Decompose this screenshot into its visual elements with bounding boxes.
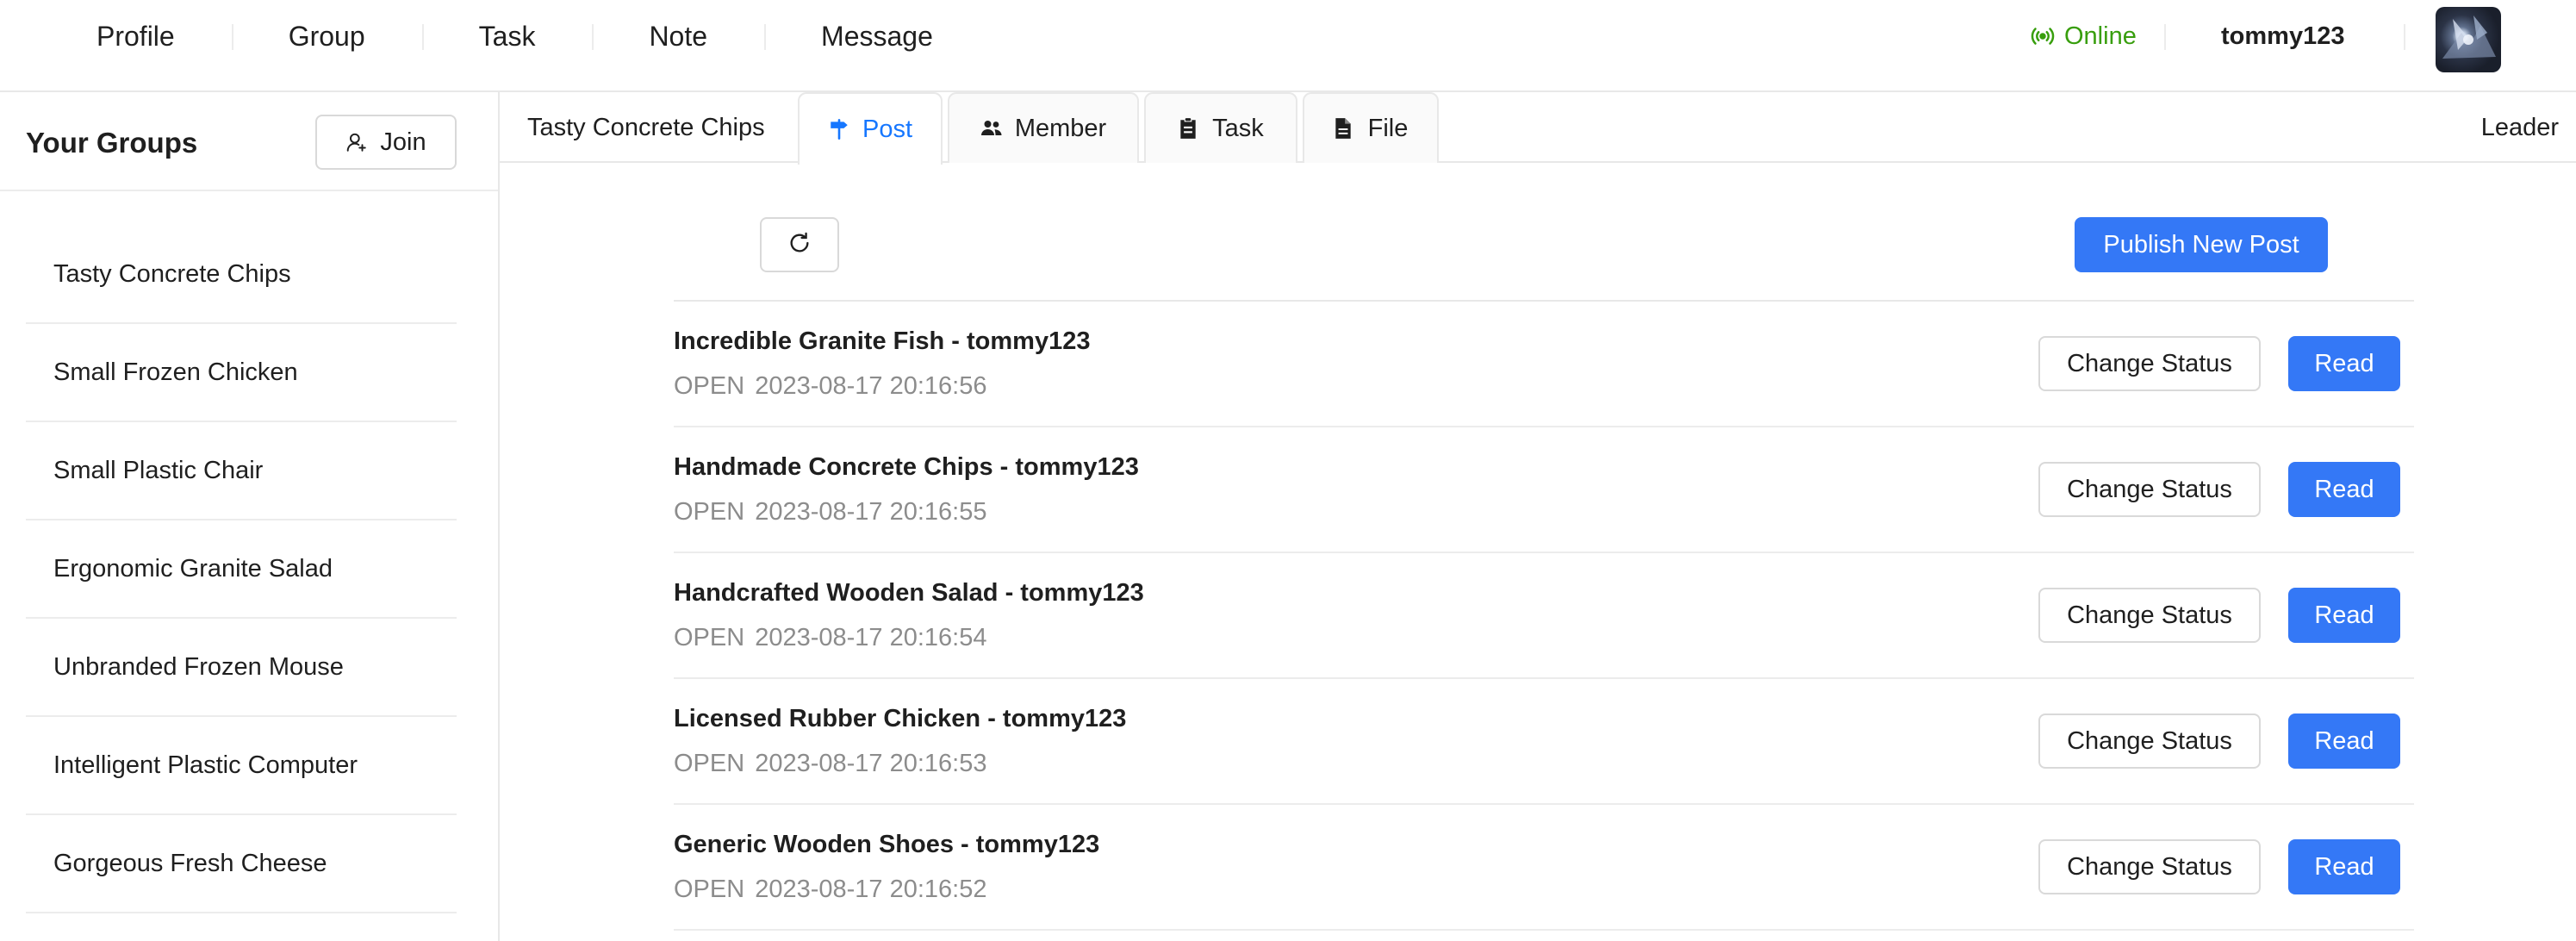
tab-task-label: Task <box>1212 114 1264 142</box>
refresh-button[interactable] <box>760 217 839 272</box>
change-status-button[interactable]: Change Status <box>2038 462 2261 517</box>
group-tabs-bar: Tasty Concrete Chips Post Member Task Fi… <box>500 92 2576 165</box>
post-row: Handmade Concrete Chips - tommy123 OPEN 2… <box>674 427 2414 553</box>
signpost-icon <box>828 118 850 140</box>
post-row: Licensed Rubber Chicken - tommy123 OPEN 2… <box>674 679 2414 805</box>
group-item[interactable]: Small Plastic Chair <box>26 422 457 520</box>
post-meta: OPEN 2023-08-17 20:16:55 <box>674 498 986 527</box>
group-item[interactable]: Intelligent Plastic Computer <box>26 717 457 815</box>
post-title: Licensed Rubber Chicken - tommy123 <box>674 705 1127 732</box>
username[interactable]: tommy123 <box>2221 19 2344 53</box>
join-button-label: Join <box>380 128 426 156</box>
post-meta: OPEN 2023-08-17 20:16:54 <box>674 624 986 652</box>
divider <box>2404 24 2405 50</box>
tab-post-label: Post <box>862 115 913 143</box>
post-date: 2023-08-17 20:16:54 <box>755 624 987 651</box>
post-title: Generic Wooden Shoes - tommy123 <box>674 831 1100 858</box>
group-item[interactable]: Small Frozen Chicken <box>26 324 457 422</box>
tab-member-label: Member <box>1014 114 1107 142</box>
post-status: OPEN <box>674 498 745 526</box>
post-date: 2023-08-17 20:16:52 <box>755 876 987 903</box>
post-date: 2023-08-17 20:16:55 <box>755 498 987 526</box>
nav-item-message[interactable]: Message <box>764 0 990 72</box>
file-icon <box>1334 117 1356 140</box>
group-item[interactable]: Unbranded Frozen Mouse <box>26 619 457 717</box>
publish-new-post-button[interactable]: Publish New Post <box>2075 217 2328 272</box>
join-button[interactable]: Join <box>315 115 457 170</box>
main-menu: Profile Group Task Note Message <box>50 0 990 72</box>
post-list: Incredible Granite Fish - tommy123 OPEN 2… <box>674 300 2414 931</box>
sidebar-header: Your Groups Join <box>0 92 498 191</box>
online-status: Online <box>2030 19 2137 53</box>
post-row: Incredible Granite Fish - tommy123 OPEN 2… <box>674 302 2414 427</box>
read-button[interactable]: Read <box>2288 588 2400 643</box>
avatar[interactable] <box>2436 7 2501 72</box>
post-status: OPEN <box>674 372 745 400</box>
clipboard-icon <box>1178 117 1200 140</box>
status-text: Online <box>2064 22 2137 50</box>
post-row: Generic Wooden Shoes - tommy123 OPEN 2023… <box>674 805 2414 931</box>
post-title: Incredible Granite Fish - tommy123 <box>674 327 1091 355</box>
group-list: Tasty Concrete Chips Small Frozen Chicke… <box>26 226 457 913</box>
tab-post[interactable]: Post <box>798 92 943 165</box>
role-label: Leader <box>2480 114 2559 141</box>
post-status: OPEN <box>674 750 745 777</box>
group-item[interactable]: Tasty Concrete Chips <box>26 226 457 324</box>
change-status-button[interactable]: Change Status <box>2038 588 2261 643</box>
read-button[interactable]: Read <box>2288 336 2400 391</box>
post-title: Handmade Concrete Chips - tommy123 <box>674 453 1139 481</box>
group-item[interactable]: Ergonomic Granite Salad <box>26 520 457 619</box>
sidebar-title: Your Groups <box>26 127 198 159</box>
post-meta: OPEN 2023-08-17 20:16:56 <box>674 372 986 401</box>
tab-member[interactable]: Member <box>948 92 1139 163</box>
team-icon <box>980 117 1003 140</box>
read-button[interactable]: Read <box>2288 462 2400 517</box>
group-item[interactable]: Gorgeous Fresh Cheese <box>26 815 457 913</box>
refresh-icon <box>787 231 812 259</box>
change-status-button[interactable]: Change Status <box>2038 839 2261 894</box>
post-date: 2023-08-17 20:16:56 <box>755 372 987 400</box>
post-meta: OPEN 2023-08-17 20:16:53 <box>674 750 986 778</box>
read-button[interactable]: Read <box>2288 714 2400 769</box>
broadcast-icon <box>2030 23 2056 49</box>
post-row: Handcrafted Wooden Salad - tommy123 OPEN… <box>674 553 2414 679</box>
tab-task[interactable]: Task <box>1144 92 1297 163</box>
change-status-button[interactable]: Change Status <box>2038 714 2261 769</box>
current-group-name: Tasty Concrete Chips <box>527 114 765 141</box>
divider <box>2164 24 2166 50</box>
tab-file-label: File <box>1367 114 1409 142</box>
nav-item-group[interactable]: Group <box>231 0 422 72</box>
nav-item-note[interactable]: Note <box>592 0 764 72</box>
nav-item-profile[interactable]: Profile <box>50 0 232 72</box>
post-status: OPEN <box>674 624 745 651</box>
tab-file[interactable]: File <box>1303 92 1439 163</box>
read-button[interactable]: Read <box>2288 839 2400 894</box>
post-date: 2023-08-17 20:16:53 <box>755 750 987 777</box>
change-status-button[interactable]: Change Status <box>2038 336 2261 391</box>
top-navigation-bar: Profile Group Task Note Message Online t… <box>0 0 2576 92</box>
groups-sidebar: Your Groups Join Tasty Concrete Chips Sm… <box>0 92 500 941</box>
post-status: OPEN <box>674 876 745 903</box>
user-add-icon <box>345 131 368 153</box>
post-meta: OPEN 2023-08-17 20:16:52 <box>674 876 986 904</box>
post-title: Handcrafted Wooden Salad - tommy123 <box>674 579 1144 607</box>
nav-item-task[interactable]: Task <box>421 0 593 72</box>
